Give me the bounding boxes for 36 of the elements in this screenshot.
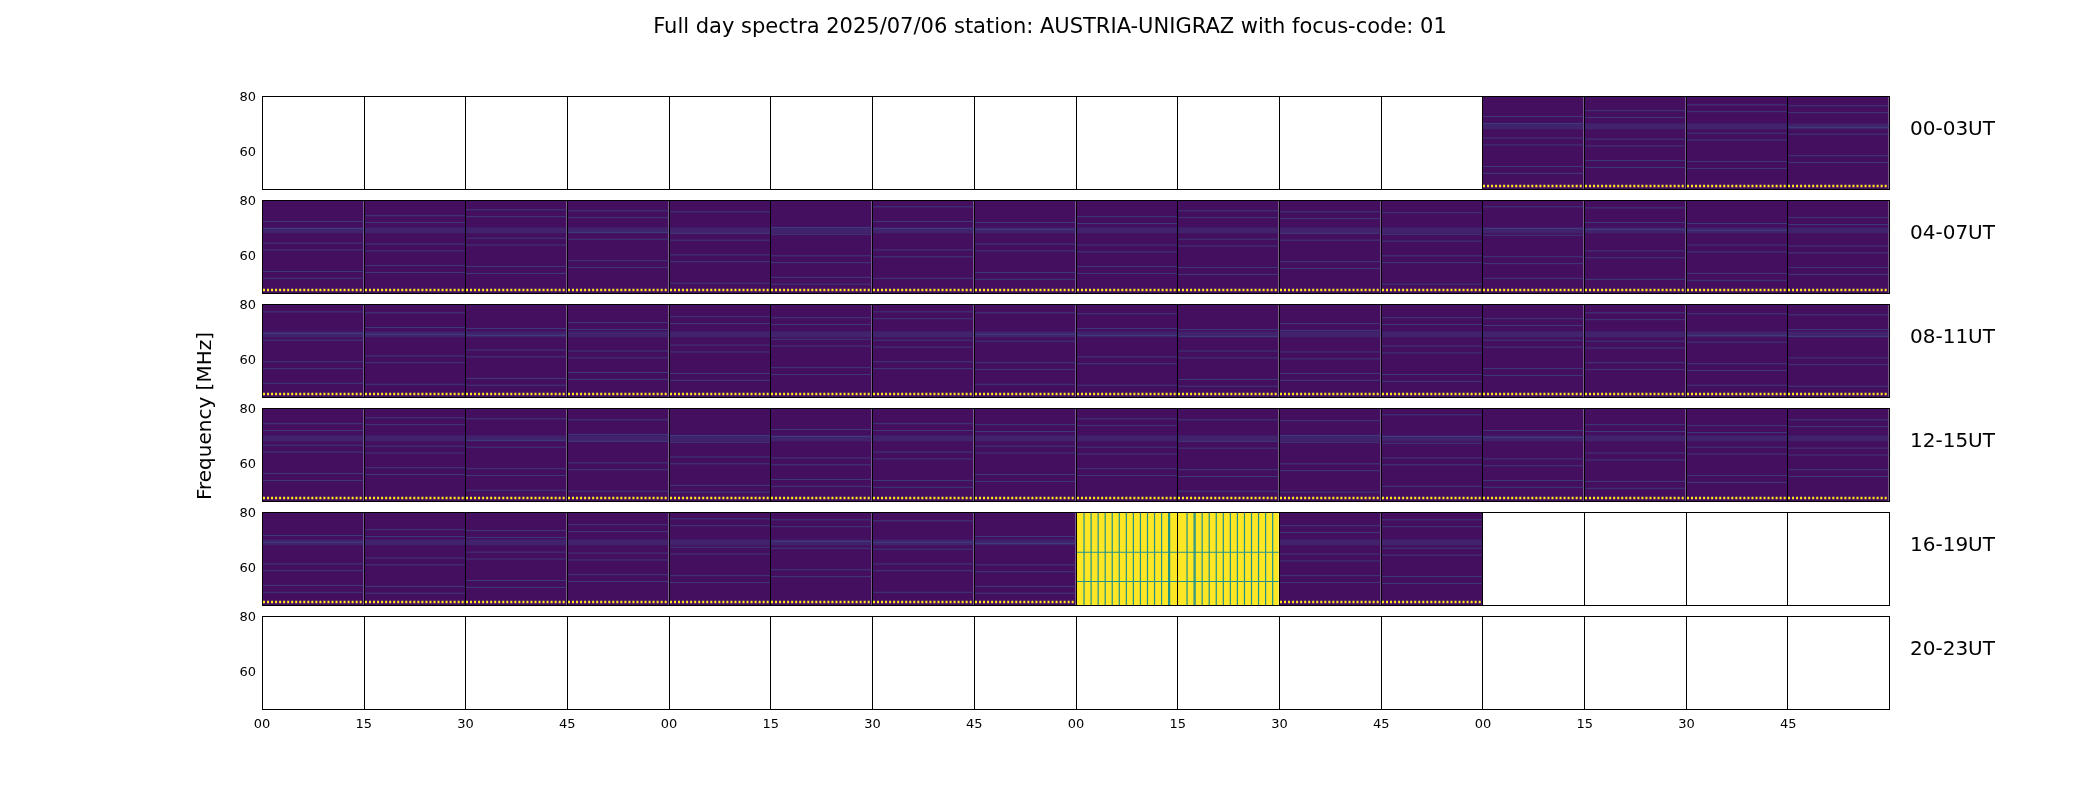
axis-tick-label: 60 xyxy=(239,351,256,366)
axis-tick-label: 00 xyxy=(253,716,271,731)
axis-tick-label: 15 xyxy=(1576,716,1593,731)
axis-tick-label: 30 xyxy=(1678,716,1695,731)
axis-tick-label: 60 xyxy=(239,143,256,158)
axis-tick-label: 60 xyxy=(239,663,256,678)
row-label: 08-11UT xyxy=(1910,324,1995,348)
axis-tick-label: 80 xyxy=(239,192,256,208)
axis-tick-label: 80 xyxy=(239,504,256,520)
axis-tick-label: 15 xyxy=(762,716,779,731)
axis-tick-label: 60 xyxy=(239,455,256,470)
axis-tick-label: 80 xyxy=(239,608,256,624)
figure-title: Full day spectra 2025/07/06 station: AUSTRIA-UNIGRAZ with focus-code: 01 xyxy=(652,13,1448,40)
axis-tick-label: 80 xyxy=(239,296,256,312)
axis-tick-label: 00 xyxy=(1067,716,1085,731)
y-axis-label: Frequency [MHz] xyxy=(192,331,216,501)
axis-tick-label: 00 xyxy=(1474,716,1492,731)
axis-tick-label: 15 xyxy=(355,716,372,731)
axis-tick-label: 45 xyxy=(1373,716,1390,731)
row-label: 16-19UT xyxy=(1910,532,1995,556)
axis-tick-label: 00 xyxy=(660,716,678,731)
axis-tick-label: 45 xyxy=(1780,716,1797,731)
row-label: 04-07UT xyxy=(1910,220,1995,244)
axis-tick-label: 30 xyxy=(1271,716,1288,731)
axis-tick-label: 80 xyxy=(239,88,256,104)
axis-tick-label: 30 xyxy=(457,716,474,731)
axis-tick-label: 60 xyxy=(239,247,256,262)
axis-tick-label: 45 xyxy=(966,716,983,731)
axis-tick-label: 80 xyxy=(239,400,256,416)
axis-tick-label: 30 xyxy=(864,716,881,731)
axis-tick-label: 60 xyxy=(239,559,256,574)
row-label: 12-15UT xyxy=(1910,428,1995,452)
row-label: 20-23UT xyxy=(1910,636,1995,660)
axis-tick-label: 45 xyxy=(559,716,576,731)
axis-tick-label: 15 xyxy=(1169,716,1186,731)
row-label: 00-03UT xyxy=(1910,116,1995,140)
